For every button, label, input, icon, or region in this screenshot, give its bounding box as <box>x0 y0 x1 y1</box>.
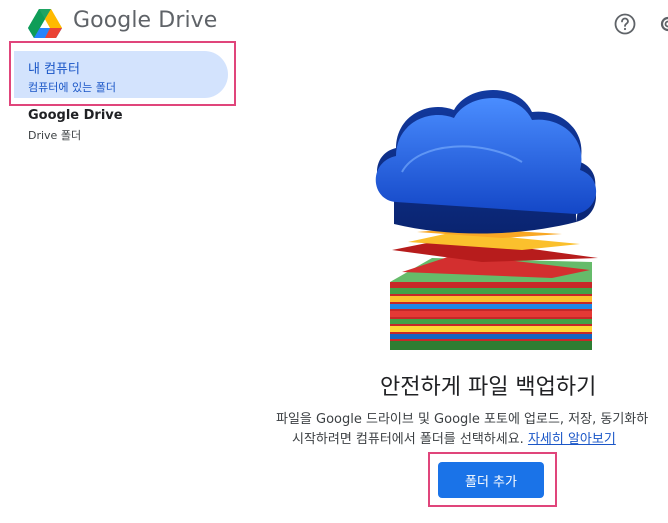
sidebar-item-sublabel: Drive 폴더 <box>28 129 82 142</box>
gear-icon[interactable] <box>657 13 668 35</box>
description-text: 시작하려면 컴퓨터에서 폴더를 선택하세요. <box>292 432 524 447</box>
cloud-backup-illustration <box>375 90 598 350</box>
header: Google Drive <box>0 0 668 48</box>
learn-more-link[interactable]: 자세히 알아보기 <box>528 432 616 447</box>
sidebar-item-label: 내 컴퓨터 <box>28 62 80 77</box>
sidebar-item-sublabel: 컴퓨터에 있는 폴더 <box>28 81 116 94</box>
google-drive-logo <box>28 9 62 38</box>
sidebar-item-label: Google Drive <box>28 108 123 123</box>
add-folder-button[interactable]: 폴더 추가 <box>438 462 544 498</box>
help-icon[interactable] <box>614 13 636 35</box>
description-line-2: 시작하려면 컴퓨터에서 폴더를 선택하세요. 자세히 알아보기 <box>292 428 616 447</box>
app-title: Google Drive <box>73 8 218 33</box>
page-title: 안전하게 파일 백업하기 <box>380 375 597 400</box>
description-line-1: 파일을 Google 드라이브 및 Google 포토에 업로드, 저장, 동기… <box>276 412 649 427</box>
